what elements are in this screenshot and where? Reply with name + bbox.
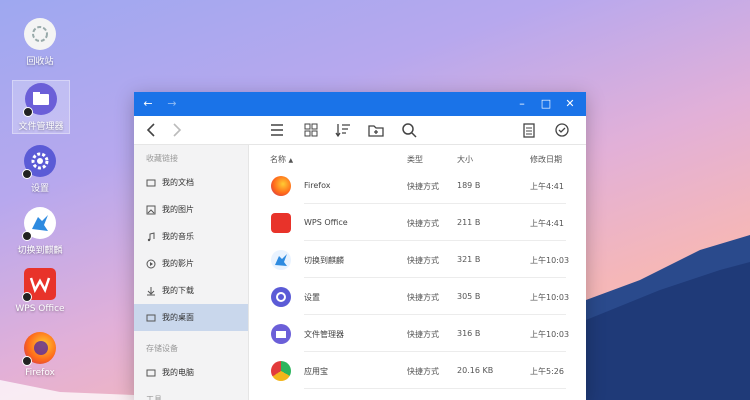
wps-icon (22, 268, 56, 302)
image-icon (146, 205, 156, 214)
desktop-icon-trash[interactable]: 回收站 (12, 18, 68, 70)
table-row[interactable]: 切换到麒麟 快捷方式 321 B 上午10:03 (249, 241, 586, 278)
trash-icon (24, 18, 56, 50)
chevron-left-icon[interactable] (142, 120, 162, 140)
desktop-icon-label: 切换到麒麟 (17, 246, 63, 256)
sidebar-item-desktop[interactable]: 我的桌面 (134, 304, 248, 331)
sort-asc-icon: ▲ (288, 157, 294, 164)
sort-icon[interactable] (333, 120, 353, 140)
computer-icon (146, 369, 156, 376)
sidebar-item-documents[interactable]: 我的文档 (134, 169, 248, 196)
back-arrow-icon[interactable]: ← (136, 92, 160, 116)
desktop-icon-firefox[interactable]: Firefox (12, 332, 68, 384)
column-name[interactable]: 名称 ▲ (270, 154, 293, 165)
sidebar-section-favorites: 收藏链接 (146, 154, 178, 163)
sidebar-item-label: 我的影片 (162, 259, 194, 268)
document-icon (146, 179, 156, 186)
desktop-icon-label: 文件管理器 (18, 122, 64, 132)
sidebar-item-music[interactable]: 我的音乐 (134, 223, 248, 250)
sidebar-section-devices: 存储设备 (146, 344, 178, 353)
table-row[interactable]: Firefox 快捷方式 189 B 上午4:41 (249, 167, 586, 204)
kylin-icon (22, 207, 56, 241)
table-row[interactable]: 应用宝 快捷方式 20.16 KB 上午5:26 (249, 352, 586, 389)
sidebar-item-downloads[interactable]: 我的下载 (134, 277, 248, 304)
minimize-button[interactable]: – (510, 92, 534, 116)
desktop-icon-switch-kylin[interactable]: 切换到麒麟 (12, 207, 68, 259)
sidebar-item-label: 我的音乐 (162, 232, 194, 241)
desktop-icon-file-manager[interactable]: 文件管理器 (12, 80, 70, 134)
sidebar-item-label: 我的电脑 (162, 368, 194, 377)
desktop-icon-label: WPS Office (15, 304, 65, 314)
gear-icon (271, 287, 291, 307)
sidebar-item-videos[interactable]: 我的影片 (134, 250, 248, 277)
check-circle-icon[interactable] (552, 120, 572, 140)
forward-arrow-icon[interactable]: → (160, 92, 184, 116)
new-folder-icon[interactable] (366, 120, 386, 140)
close-button[interactable]: ✕ (558, 92, 582, 116)
desktop-icon (146, 314, 156, 321)
column-type[interactable]: 类型 (407, 154, 423, 165)
column-date[interactable]: 修改日期 (530, 154, 562, 165)
sidebar-item-label: 我的下载 (162, 286, 194, 295)
clipboard-icon[interactable] (519, 120, 539, 140)
search-icon[interactable] (399, 120, 419, 140)
list-view-icon[interactable] (267, 120, 287, 140)
table-row[interactable]: 设置 快捷方式 305 B 上午10:03 (249, 278, 586, 315)
sidebar-item-label: 我的图片 (162, 205, 194, 214)
music-note-icon (147, 231, 155, 241)
firefox-icon (22, 332, 56, 366)
maximize-button[interactable]: □ (534, 92, 558, 116)
sidebar-item-label: 我的桌面 (162, 313, 194, 322)
play-circle-icon (146, 259, 156, 268)
sidebar-item-label: 我的文档 (162, 178, 194, 187)
wps-icon (271, 213, 291, 233)
desktop-icon-label: Firefox (25, 368, 55, 378)
table-row[interactable]: WPS Office 快捷方式 211 B 上午4:41 (249, 204, 586, 241)
toolbar (134, 116, 586, 145)
kylin-icon (271, 250, 291, 270)
grid-view-icon[interactable] (301, 120, 321, 140)
desktop-icon-settings[interactable]: 设置 (12, 145, 68, 197)
chevron-right-icon[interactable] (166, 120, 186, 140)
sidebar-item-pictures[interactable]: 我的图片 (134, 196, 248, 223)
column-size[interactable]: 大小 (457, 154, 473, 165)
sidebar-section-tools: 工具 (146, 395, 162, 400)
app-store-icon (271, 361, 291, 381)
file-list-header: 名称 ▲ 类型 大小 修改日期 (249, 145, 586, 167)
gear-icon (22, 145, 56, 179)
titlebar: ← → – □ ✕ (134, 92, 586, 116)
download-icon (147, 286, 155, 295)
sidebar-item-computer[interactable]: 我的电脑 (134, 359, 248, 386)
folder-icon (271, 324, 291, 344)
table-row[interactable]: 文件管理器 快捷方式 316 B 上午10:03 (249, 315, 586, 352)
desktop-icon-label: 设置 (30, 184, 49, 194)
file-manager-window: ← → – □ ✕ 收藏链接 我的文档 我的图片 我的音乐 我的影片 我的下载 (134, 92, 586, 400)
desktop-icon-wps[interactable]: WPS Office (12, 268, 68, 320)
file-list: 名称 ▲ 类型 大小 修改日期 Firefox 快捷方式 189 B 上午4:4… (249, 145, 586, 400)
folder-icon (23, 83, 57, 117)
firefox-icon (271, 176, 291, 196)
sidebar: 收藏链接 我的文档 我的图片 我的音乐 我的影片 我的下载 我的桌面 存储设备 … (134, 145, 249, 400)
desktop-icon-label: 回收站 (26, 57, 54, 67)
